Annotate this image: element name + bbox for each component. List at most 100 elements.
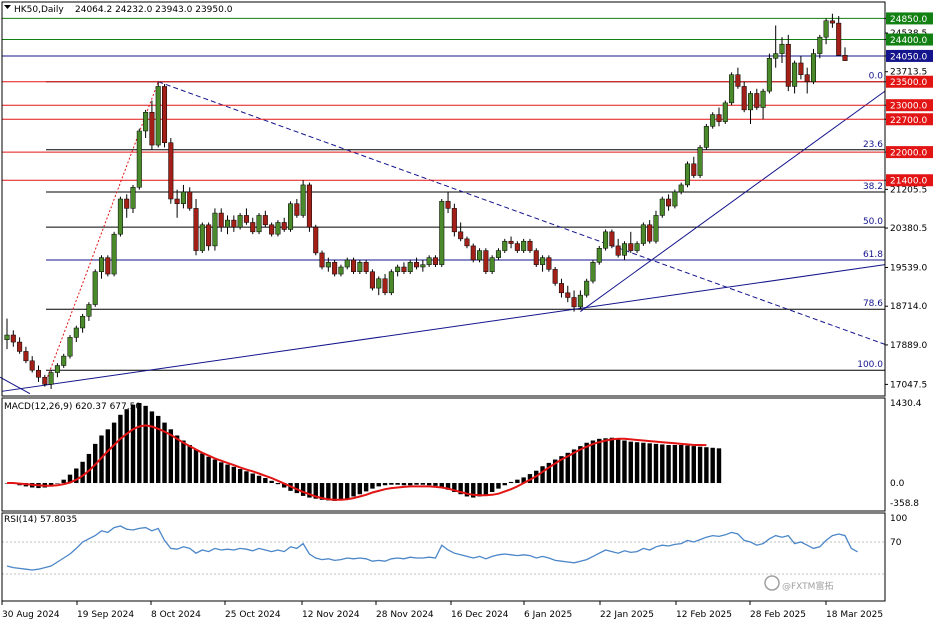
- candle-body: [735, 74, 741, 87]
- candle-body: [477, 250, 483, 261]
- candle-body: [319, 252, 325, 268]
- macd-bar: [666, 444, 671, 484]
- macd-bar: [628, 441, 633, 484]
- level-tag-label: 24400.0: [890, 36, 927, 46]
- fib-label: 0.0: [869, 72, 884, 82]
- chart-canvas: 0.0 23.6 38.2 50.0 61.8 78.6 100.0 17047.5 1788…: [0, 1, 933, 620]
- macd-bar: [685, 445, 690, 484]
- candle-body: [212, 212, 218, 247]
- level-tag-label: 22000.0: [890, 149, 927, 159]
- candle-body: [659, 198, 665, 216]
- macd-bar: [200, 453, 205, 484]
- candle-body: [155, 86, 161, 146]
- candle-body: [180, 191, 186, 204]
- macd-panel: [4, 403, 722, 501]
- fib-label: 50.0: [863, 217, 883, 227]
- macd-axis-label: -358.8: [890, 499, 919, 509]
- macd-bar: [622, 440, 627, 484]
- candle-body: [105, 257, 111, 275]
- macd-bar: [250, 473, 255, 484]
- candle-body: [621, 243, 627, 256]
- candle-body: [388, 271, 394, 294]
- macd-bar: [55, 483, 60, 484]
- macd-bar: [634, 442, 640, 484]
- macd-bar: [401, 483, 407, 486]
- candle-body: [130, 187, 136, 209]
- candle-body: [243, 215, 249, 223]
- candle-body: [98, 257, 105, 272]
- macd-bar: [433, 483, 438, 486]
- macd-bar: [225, 464, 230, 484]
- candle-body: [703, 126, 709, 148]
- rsi-title: RSI(14) 57.8035: [4, 515, 77, 525]
- macd-bar: [269, 480, 274, 484]
- macd-bar: [660, 444, 665, 484]
- candle-body: [313, 226, 319, 254]
- candle-body: [514, 243, 520, 251]
- ohlc-values: 24064.2 24232.0 23943.0 23950.0: [75, 5, 233, 15]
- macd-bar: [275, 483, 281, 485]
- candle-body: [558, 283, 564, 294]
- level-tag-label: 23500.0: [890, 78, 927, 88]
- candle-body: [300, 184, 306, 216]
- candle-body: [747, 93, 754, 111]
- candle-body: [741, 86, 747, 111]
- candle-body: [420, 264, 426, 268]
- candle-body: [288, 203, 294, 230]
- macd-bar: [710, 447, 715, 484]
- macd-bar: [489, 483, 495, 492]
- candle-body: [684, 163, 690, 186]
- candle-body: [691, 163, 697, 176]
- candle-body: [584, 280, 590, 296]
- macd-bar: [149, 411, 155, 484]
- macd-bar: [219, 462, 224, 484]
- candle-body: [527, 240, 533, 251]
- chart-title: HK50,Daily: [14, 5, 64, 15]
- macd-bar: [420, 483, 426, 485]
- fib-label: 23.6: [863, 140, 883, 150]
- macd-bar: [143, 405, 148, 484]
- macd-axis-label: 1430.4: [890, 399, 922, 409]
- candle-body: [716, 114, 722, 122]
- candle-body: [231, 219, 237, 228]
- candle-body: [54, 365, 60, 373]
- macd-bar: [111, 422, 117, 484]
- candle-body: [653, 215, 659, 242]
- candle-body: [779, 43, 785, 54]
- date-axis-label: 6 Jan 2025: [524, 610, 572, 620]
- fib-label: 38.2: [863, 182, 883, 192]
- candle-body: [351, 259, 357, 272]
- candle-body: [439, 201, 445, 265]
- candle-body: [817, 36, 823, 54]
- candle-body: [124, 198, 130, 209]
- candle-body: [502, 240, 508, 251]
- candle-body: [338, 266, 344, 275]
- macd-bar: [363, 483, 369, 492]
- macd-bar: [345, 483, 350, 499]
- candle-body: [401, 266, 407, 272]
- candle-body: [262, 215, 268, 226]
- watermark: @FXTM富拓: [782, 580, 833, 592]
- candle-body: [376, 278, 382, 289]
- macd-bar: [615, 438, 621, 484]
- price-axis-label: 21205.5: [890, 185, 927, 195]
- macd-bar: [231, 466, 237, 484]
- macd-bar: [678, 444, 684, 484]
- candle-body: [269, 224, 275, 235]
- candle-body: [722, 102, 728, 122]
- candle-body: [395, 266, 401, 272]
- macd-bar: [704, 447, 709, 484]
- rsi-axis-label: 70: [890, 538, 902, 548]
- macd-bar: [168, 429, 174, 484]
- price-axis-label: 19539.0: [890, 264, 927, 274]
- candle-body: [464, 238, 470, 247]
- candle-body: [666, 198, 672, 207]
- candle-body: [445, 201, 451, 209]
- macd-bar: [187, 444, 192, 484]
- candle-body: [193, 208, 199, 251]
- macd-bar: [483, 483, 489, 495]
- candle-body: [306, 184, 312, 228]
- price-axis-label: 18714.0: [890, 302, 927, 312]
- candle-body: [294, 203, 300, 216]
- macd-bar: [389, 483, 394, 485]
